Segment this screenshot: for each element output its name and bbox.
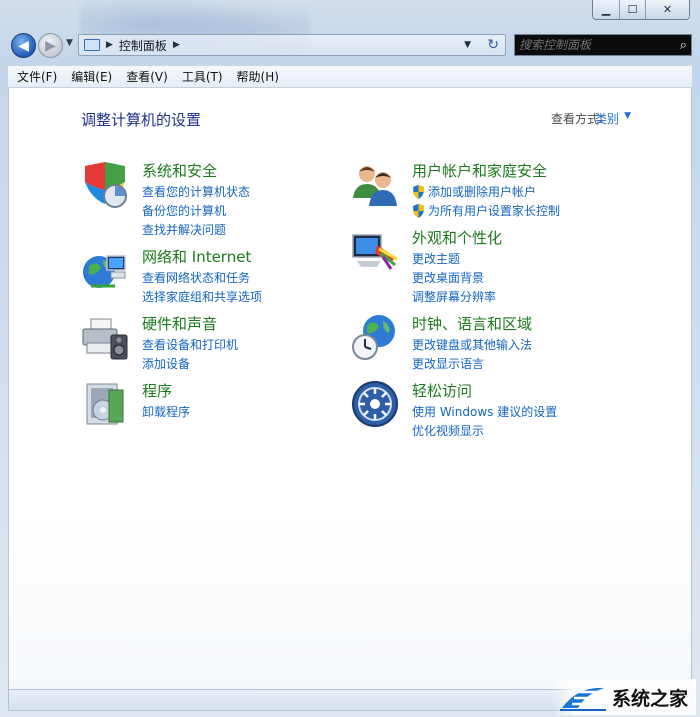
breadcrumb-chevron-icon[interactable]: ▶ [173,40,180,50]
link-add-remove-user[interactable]: 添加或删除用户帐户 [412,182,560,201]
appearance-monitor-icon[interactable] [351,227,399,275]
link-homegroup-sharing[interactable]: 选择家庭组和共享选项 [142,287,262,306]
back-button[interactable]: ◀ [11,33,36,58]
menu-tools[interactable]: 工具(T) [175,66,230,88]
category-title[interactable]: 时钟、语言和区域 [412,313,532,334]
link-change-theme[interactable]: 更改主题 [412,249,496,268]
link-parental-controls[interactable]: 为所有用户设置家长控制 [412,201,560,220]
watermark-text: 系统之家 [611,687,688,710]
category-title[interactable]: 网络和 Internet [142,246,251,267]
uac-shield-icon [413,203,424,218]
link-view-network-status[interactable]: 查看网络状态和任务 [142,268,262,287]
address-dropdown-icon[interactable]: ▼ [464,40,471,50]
category-title[interactable]: 轻松访问 [412,380,472,401]
link-recommended-settings[interactable]: 使用 Windows 建议的设置 [412,402,557,421]
view-by-chevron-down-icon[interactable]: ▼ [624,111,631,121]
control-panel-icon [84,39,100,51]
breadcrumb-separator-icon[interactable]: ▶ [106,40,113,50]
forward-button[interactable]: ▶ [38,33,63,58]
close-button[interactable]: ✕ [645,0,689,19]
search-icon[interactable]: ⌕ [680,38,687,53]
category-title[interactable]: 用户帐户和家庭安全 [412,160,547,181]
watermark: 系统之家 [553,679,696,715]
printer-speaker-icon[interactable] [81,313,129,361]
maximize-button[interactable]: ☐ [619,0,645,19]
network-globe-icon[interactable] [81,246,129,294]
window-controls: ▁ ☐ ✕ [592,0,690,20]
window-frame: ▁ ☐ ✕ ◀ ▶ ▼ ▶ 控制面板 ▶ ▼ ↻ ⌕ 文件(F) 编辑(E) 查… [0,0,700,717]
breadcrumb-control-panel[interactable]: 控制面板 [119,37,167,54]
category-title[interactable]: 外观和个性化 [412,227,502,248]
link-change-desktop-background[interactable]: 更改桌面背景 [412,268,496,287]
link-optimize-video-display[interactable]: 优化视频显示 [412,421,557,440]
link-adjust-resolution[interactable]: 调整屏幕分辨率 [412,287,496,306]
link-view-computer-status[interactable]: 查看您的计算机状态 [142,182,250,201]
recent-pages-dropdown-icon[interactable]: ▼ [66,38,73,48]
menu-file[interactable]: 文件(F) [10,66,64,88]
link-change-keyboard-input[interactable]: 更改键盘或其他输入法 [412,335,532,354]
watermark-logo-icon [559,687,606,711]
uac-shield-icon [413,184,424,199]
search-box[interactable]: ⌕ [514,34,692,56]
category-title[interactable]: 程序 [142,380,172,401]
view-by-dropdown[interactable]: 类别 [595,110,619,127]
menu-help[interactable]: 帮助(H) [230,66,286,88]
navigation-bar: ◀ ▶ ▼ ▶ 控制面板 ▶ ▼ ↻ ⌕ [8,30,692,60]
minimize-button[interactable]: ▁ [593,0,619,19]
link-devices-printers[interactable]: 查看设备和打印机 [142,335,238,354]
link-change-display-language[interactable]: 更改显示语言 [412,354,532,373]
page-title: 调整计算机的设置 [81,111,202,129]
link-add-device[interactable]: 添加设备 [142,354,238,373]
category-title[interactable]: 系统和安全 [142,160,217,181]
menu-edit[interactable]: 编辑(E) [64,66,119,88]
programs-icon[interactable] [81,380,129,428]
menu-bar: 文件(F) 编辑(E) 查看(V) 工具(T) 帮助(H) [8,66,692,88]
clock-globe-icon[interactable] [351,313,399,361]
link-find-fix-problems[interactable]: 查找并解决问题 [142,220,250,239]
ease-of-access-icon[interactable] [351,380,399,428]
link-backup-computer[interactable]: 备份您的计算机 [142,201,250,220]
link-label: 为所有用户设置家长控制 [428,204,561,218]
address-bar[interactable]: ▶ 控制面板 ▶ ▼ ↻ [78,34,506,56]
link-uninstall-program[interactable]: 卸载程序 [142,402,190,421]
refresh-icon[interactable]: ↻ [487,37,499,53]
link-label: 添加或删除用户帐户 [428,185,537,199]
content-pane: 调整计算机的设置 查看方式: 类别 ▼ 系统和安全 查看您的计算机状态 备份您的… [8,88,692,689]
menu-view[interactable]: 查看(V) [119,66,175,88]
system-security-icon[interactable] [81,160,129,208]
search-input[interactable] [515,38,665,52]
users-icon[interactable] [351,160,399,208]
category-title[interactable]: 硬件和声音 [142,313,217,334]
